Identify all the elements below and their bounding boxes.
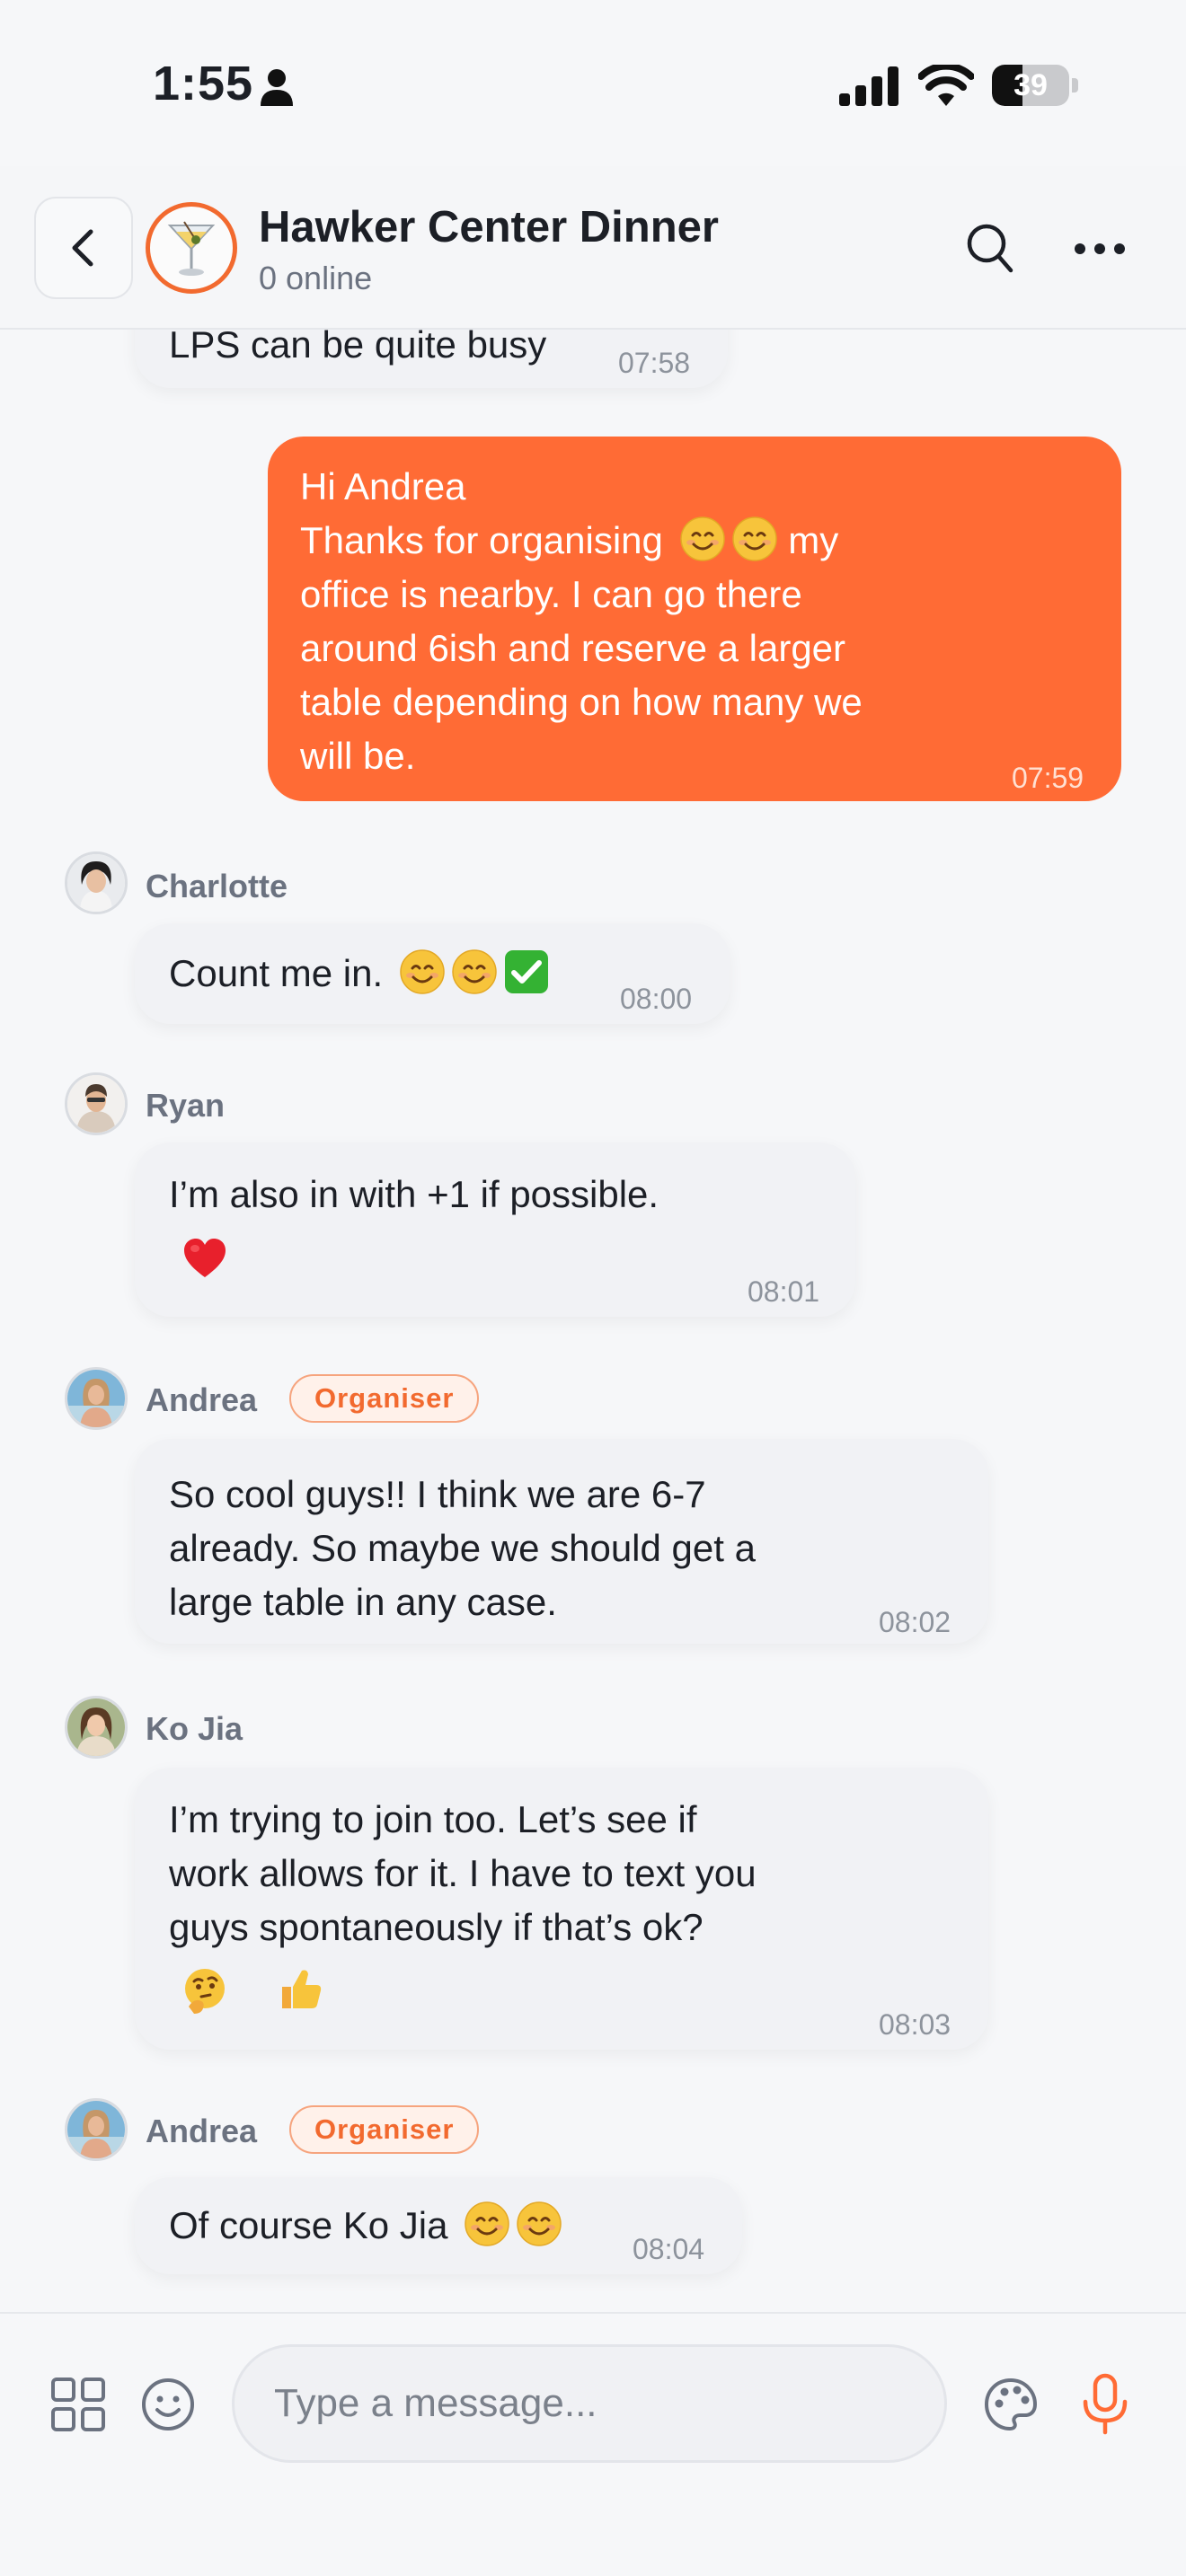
message-text-part: Hi Andrea Thanks for organising [300, 465, 663, 561]
cellular-signal-icon [839, 66, 898, 106]
outgoing-message-bubble[interactable]: Hi Andrea Thanks for organising my offic… [268, 437, 1121, 801]
message-bubble[interactable]: I’m also in with +1 if possible. 08:01 [135, 1142, 855, 1317]
message-time: 07:58 [618, 347, 691, 379]
message-text: I’m trying to join too. Let’s see if wor… [169, 1798, 757, 1948]
chat-header: Hawker Center Dinner 0 online [0, 166, 1186, 330]
avatar[interactable] [65, 1696, 128, 1759]
search-button[interactable] [956, 215, 1024, 283]
smiling-face-emoji [451, 948, 498, 995]
back-button[interactable] [34, 197, 133, 299]
search-icon [967, 224, 1013, 273]
smiling-face-emoji [679, 516, 726, 562]
apps-grid-icon[interactable] [50, 2377, 106, 2432]
status-time: 1:55 [153, 57, 254, 110]
thumbs-up-reaction[interactable] [277, 1965, 323, 2012]
chevron-left-icon [72, 229, 93, 267]
status-bar: 1:55 39 [0, 0, 1186, 166]
avatar-image [67, 854, 125, 912]
avatar[interactable] [65, 1367, 128, 1430]
ellipsis-icon [1075, 243, 1125, 254]
message-time: 08:04 [633, 2233, 705, 2265]
avatar-image [67, 2101, 125, 2158]
message-time: 08:02 [879, 1606, 951, 1638]
message-text-part: Count me in. [169, 952, 384, 994]
palette-icon[interactable] [983, 2377, 1039, 2432]
message-input[interactable] [232, 2344, 947, 2463]
message-text-part: Of course Ko Jia [169, 2204, 448, 2246]
cocktail-icon [167, 221, 216, 276]
red-heart-reaction[interactable] [181, 1236, 228, 1283]
person-icon [261, 69, 293, 106]
message-time: 07:59 [1012, 762, 1084, 794]
thinking-face-reaction[interactable] [181, 1967, 228, 2014]
message-time: 08:00 [620, 983, 693, 1015]
battery-percent: 39 [1013, 68, 1048, 102]
group-title: Hawker Center Dinner [259, 203, 719, 251]
message-time: 08:03 [879, 2008, 951, 2041]
message-text: Hi Andrea Thanks for organising my offic… [300, 460, 863, 783]
message-time: 08:01 [748, 1275, 820, 1308]
more-options-button[interactable] [1064, 215, 1136, 283]
group-avatar[interactable] [146, 202, 237, 294]
battery-indicator: 39 [992, 65, 1078, 106]
message-text: So cool guys!! I think we are 6-7 alread… [169, 1473, 756, 1623]
message-bubble[interactable]: Count me in. 08:00 [135, 923, 730, 1024]
message-composer [0, 2312, 1186, 2576]
message-text: Of course Ko Jia [169, 2199, 562, 2253]
emoji-picker-icon[interactable] [140, 2377, 196, 2432]
check-mark-emoji [503, 948, 550, 995]
sender-name: Charlotte [146, 868, 288, 904]
smiling-face-emoji [731, 516, 778, 562]
sender-name: Andrea [146, 1381, 258, 1418]
sender-name: Ko Jia [146, 1710, 243, 1747]
smiling-face-emoji [464, 2201, 510, 2247]
avatar[interactable] [65, 2098, 128, 2161]
online-count: 0 online [259, 260, 373, 296]
microphone-icon[interactable] [1076, 2373, 1134, 2436]
message-text: I’m also in with +1 if possible. [169, 1173, 659, 1215]
message-text: Count me in. [169, 947, 550, 1001]
organiser-badge: Organiser [289, 2105, 480, 2154]
sender-name: Ryan [146, 1087, 226, 1124]
message-bubble[interactable]: I’m trying to join too. Let’s see if wor… [135, 1768, 988, 2050]
message-bubble[interactable]: Of course Ko Jia 08:04 [135, 2177, 742, 2274]
avatar-image [67, 1075, 125, 1133]
avatar[interactable] [65, 851, 128, 914]
avatar-image [67, 1698, 125, 1756]
organiser-badge: Organiser [289, 1374, 480, 1423]
avatar-image [67, 1370, 125, 1427]
smiling-face-emoji [399, 948, 446, 995]
avatar[interactable] [65, 1072, 128, 1135]
sender-name: Andrea [146, 2113, 258, 2149]
message-bubble[interactable]: So cool guys!! I think we are 6-7 alread… [135, 1439, 988, 1644]
smiling-face-emoji [516, 2201, 562, 2247]
wifi-icon [918, 65, 974, 106]
